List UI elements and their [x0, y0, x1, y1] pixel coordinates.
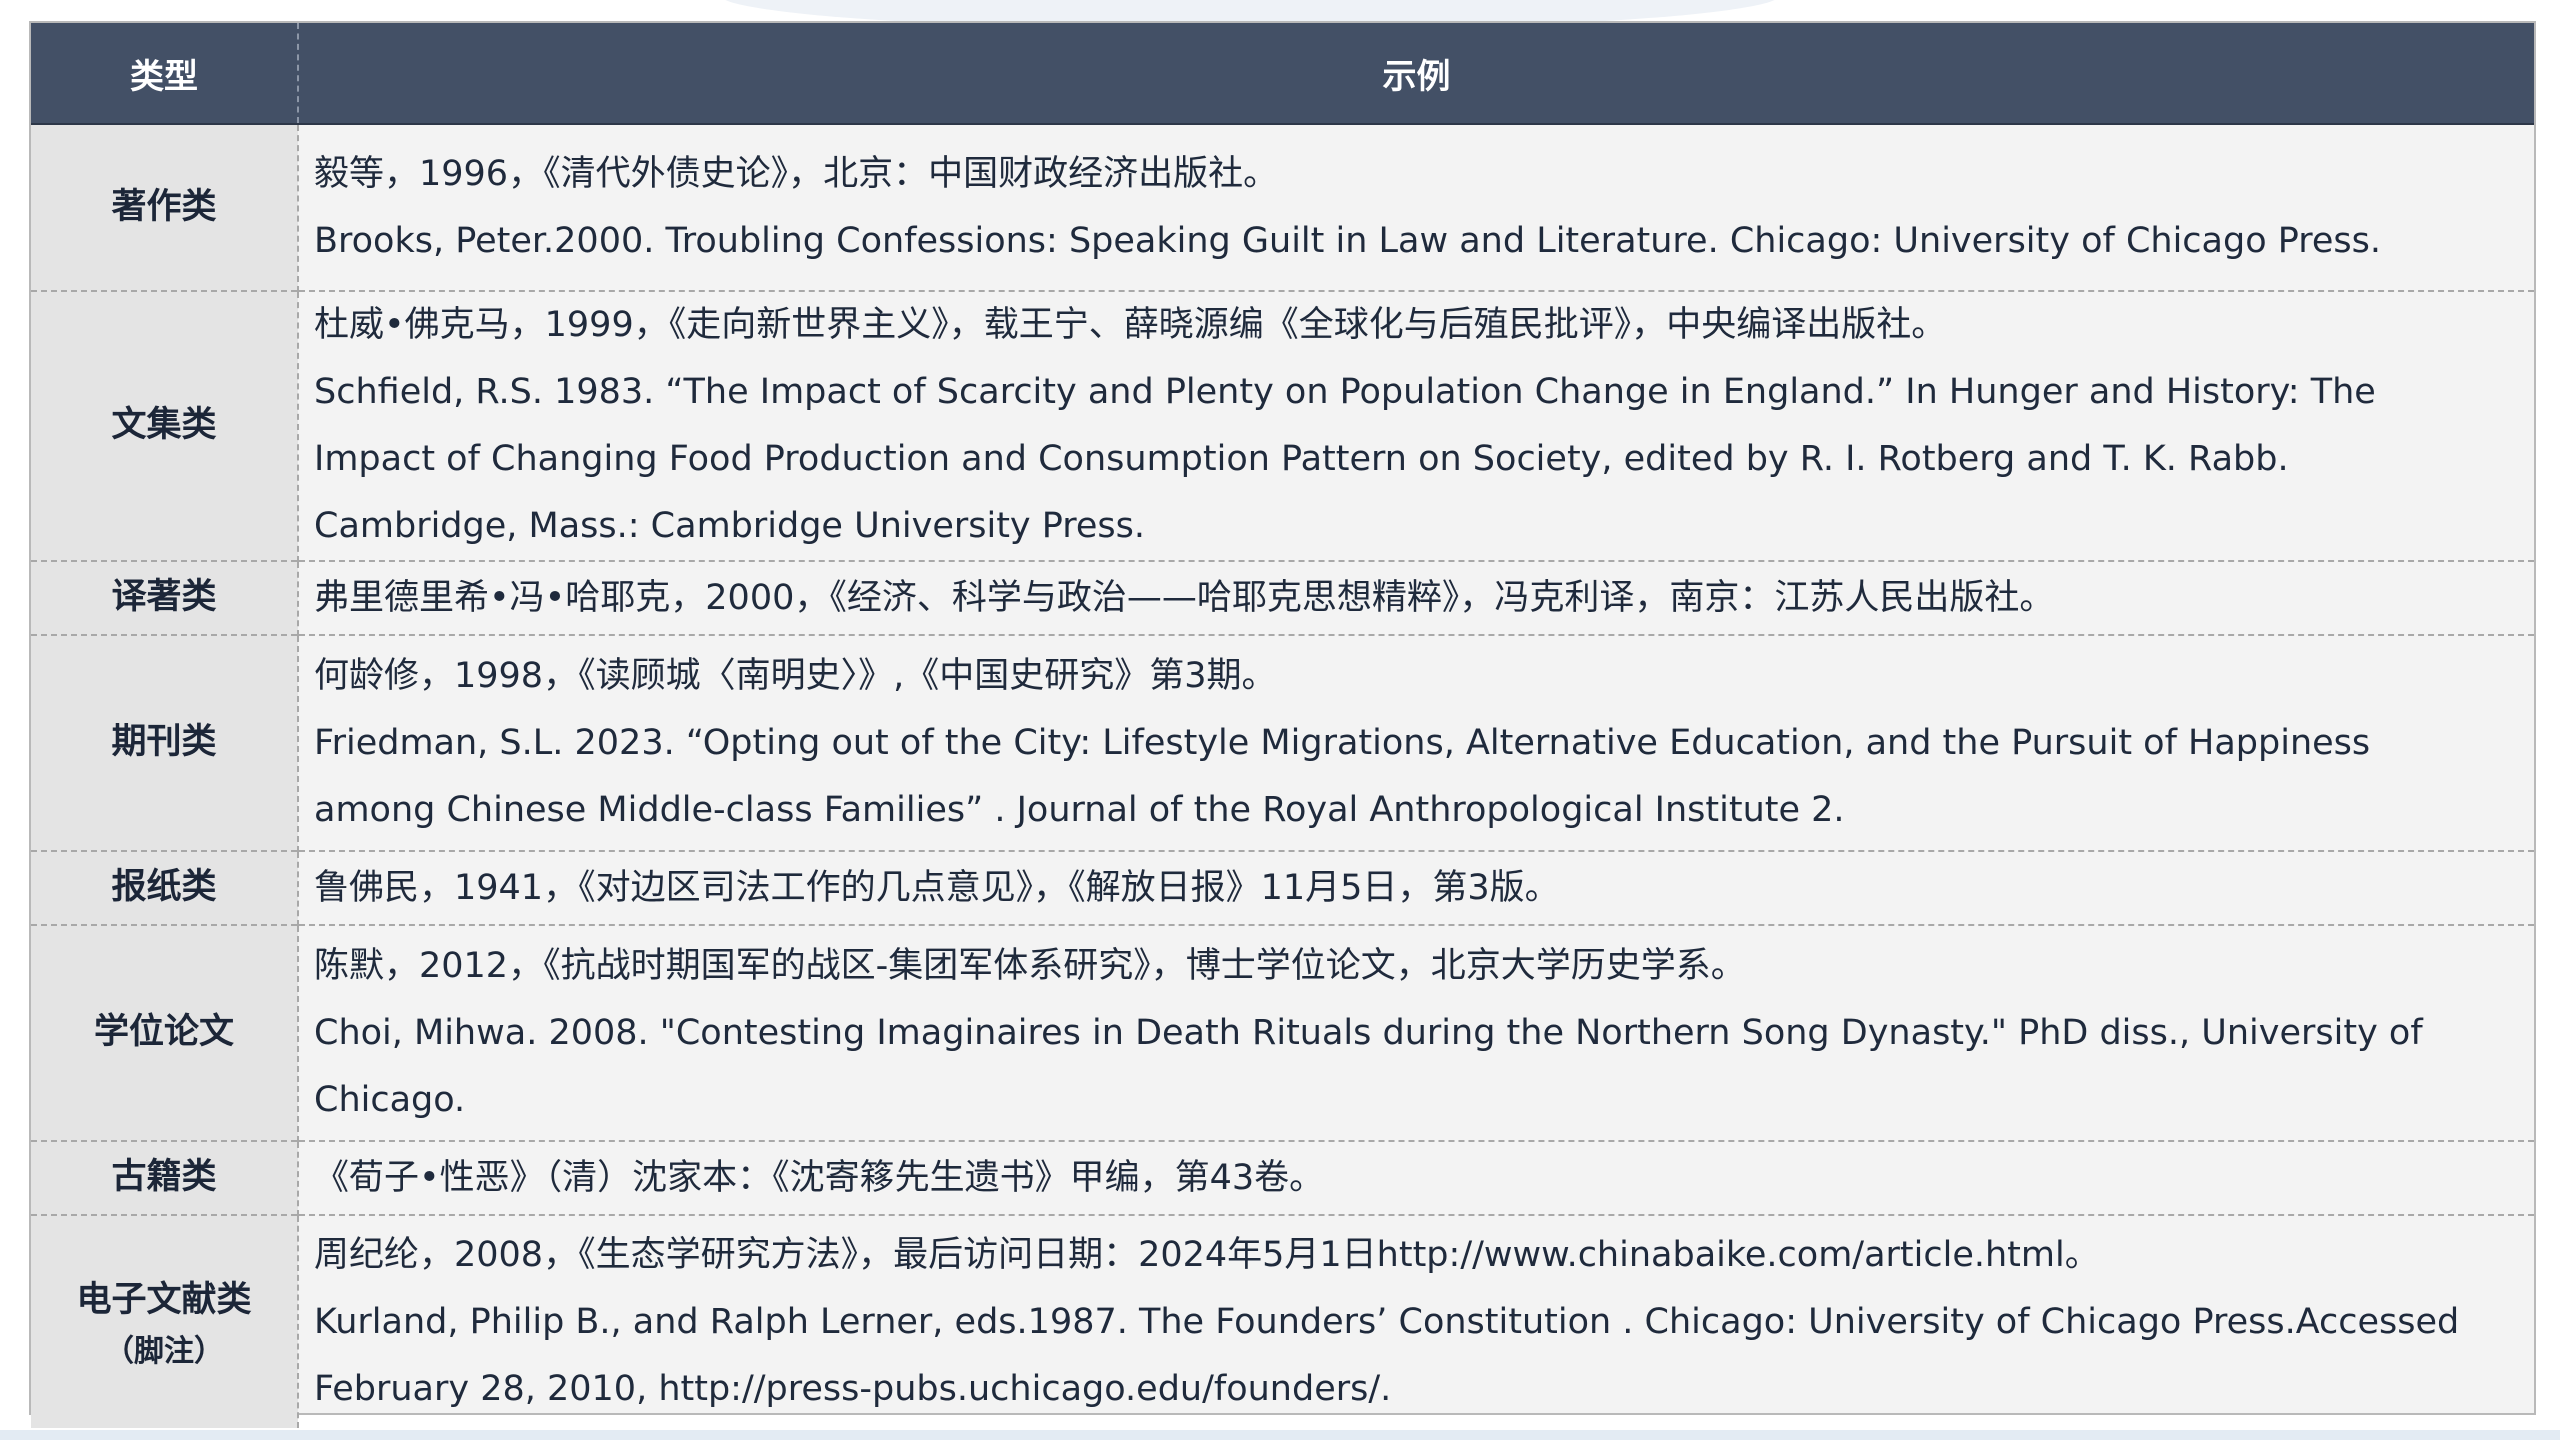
table-row: 古籍类 《荀子•性恶》（清）沈家本：《沈寄簃先生遗书》甲编，第43卷。 — [31, 1140, 2534, 1215]
row-examples: 陈默，2012，《抗战时期国军的战区-集团军体系研究》，博士学位论文，北京大学历… — [298, 924, 2534, 1141]
example-line: 毅等，1996，《清代外债史论》，北京：中国财政经济出版社。 — [314, 153, 1279, 194]
example-line: 陈默，2012，《抗战时期国军的战区-集团军体系研究》，博士学位论文，北京大学历… — [314, 945, 1746, 986]
table-row: 著作类 毅等，1996，《清代外债史论》，北京：中国财政经济出版社。 Brook… — [31, 124, 2534, 291]
row-examples: 毅等，1996，《清代外债史论》，北京：中国财政经济出版社。 Brooks, P… — [298, 124, 2534, 291]
example-line: 杜威•佛克马，1999，《走向新世界主义》，载王宁、薛晓源编《全球化与后殖民批评… — [314, 305, 1947, 345]
bottom-decoration-strip — [0, 1430, 2560, 1440]
row-type-label: 文集类 — [31, 290, 299, 561]
row-type-label: 译著类 — [31, 560, 299, 635]
table-row: 译著类 弗里德里希•冯•哈耶克，2000，《经济、科学与政治——哈耶克思想精粹》… — [31, 560, 2534, 635]
example-line: Friedman, S.L. 2023. “Opting out of the … — [314, 722, 2371, 830]
table-row: 报纸类 鲁佛民，1941，《对边区司法工作的几点意见》，《解放日报》11月5日，… — [31, 850, 2534, 925]
column-header-type: 类型 — [31, 23, 299, 125]
table-row: 电子文献类 （脚注） 周纪纶，2008，《生态学研究方法》，最后访问日期：202… — [31, 1214, 2534, 1428]
row-examples: 弗里德里希•冯•哈耶克，2000，《经济、科学与政治——哈耶克思想精粹》，冯克利… — [298, 560, 2534, 635]
row-type-label: 著作类 — [31, 124, 299, 291]
row-type-label: 报纸类 — [31, 850, 299, 925]
example-line: 何龄修，1998，《读顾城〈南明史〉》,《中国史研究》第3期。 — [314, 655, 1277, 696]
example-line: 周纪纶，2008，《生态学研究方法》，最后访问日期：2024年5月1日http:… — [314, 1234, 2100, 1275]
example-line: 《荀子•性恶》（清）沈家本：《沈寄簃先生遗书》甲编，第43卷。 — [314, 1157, 1325, 1198]
table-row: 期刊类 何龄修，1998，《读顾城〈南明史〉》,《中国史研究》第3期。 Frie… — [31, 634, 2534, 851]
example-line: 弗里德里希•冯•哈耶克，2000，《经济、科学与政治——哈耶克思想精粹》，冯克利… — [314, 577, 2055, 618]
row-examples: 何龄修，1998，《读顾城〈南明史〉》,《中国史研究》第3期。 Friedman… — [298, 634, 2534, 851]
row-examples: 杜威•佛克马，1999，《走向新世界主义》，载王宁、薛晓源编《全球化与后殖民批评… — [298, 290, 2534, 561]
example-line: Schfield, R.S. 1983. “The Impact of Scar… — [314, 372, 2376, 546]
column-header-example: 示例 — [298, 23, 2534, 125]
example-line: Brooks, Peter.2000. Troubling Confession… — [314, 220, 2381, 261]
table-row: 学位论文 陈默，2012，《抗战时期国军的战区-集团军体系研究》，博士学位论文，… — [31, 924, 2534, 1141]
example-line: Kurland, Philip B., and Ralph Lerner, ed… — [314, 1301, 2460, 1409]
row-type-label: 学位论文 — [31, 924, 299, 1141]
row-type-label: 期刊类 — [31, 634, 299, 851]
citation-examples-table: 类型 示例 著作类 毅等，1996，《清代外债史论》，北京：中国财政经济出版社。… — [31, 23, 2534, 1428]
row-type-note: （脚注） — [104, 1333, 224, 1369]
example-line: 鲁佛民，1941，《对边区司法工作的几点意见》，《解放日报》11月5日，第3版。 — [314, 867, 1560, 908]
row-type-label-cell: 电子文献类 （脚注） — [31, 1214, 299, 1428]
citation-examples-table-container: 类型 示例 著作类 毅等，1996，《清代外债史论》，北京：中国财政经济出版社。… — [29, 21, 2536, 1428]
row-examples: 鲁佛民，1941，《对边区司法工作的几点意见》，《解放日报》11月5日，第3版。 — [298, 850, 2534, 925]
table-row: 文集类 杜威•佛克马，1999，《走向新世界主义》，载王宁、薛晓源编《全球化与后… — [31, 290, 2534, 561]
example-line: Choi, Mihwa. 2008. "Contesting Imaginair… — [314, 1012, 2423, 1120]
row-type-label: 电子文献类 — [76, 1280, 252, 1321]
row-type-label: 古籍类 — [31, 1140, 299, 1215]
row-examples: 《荀子•性恶》（清）沈家本：《沈寄簃先生遗书》甲编，第43卷。 — [298, 1140, 2534, 1215]
table-header-row: 类型 示例 — [31, 23, 2534, 125]
row-examples: 周纪纶，2008，《生态学研究方法》，最后访问日期：2024年5月1日http:… — [298, 1214, 2534, 1428]
